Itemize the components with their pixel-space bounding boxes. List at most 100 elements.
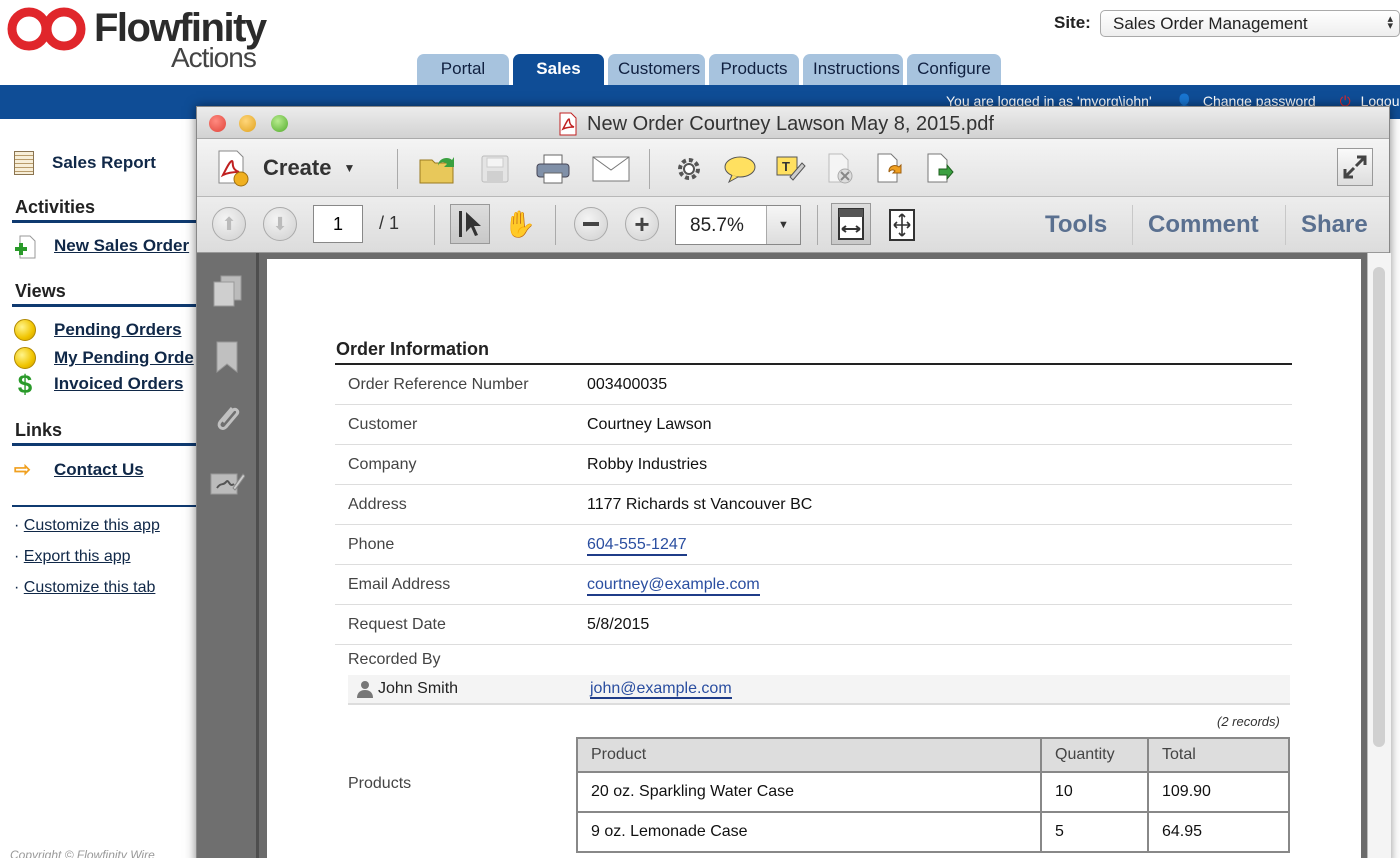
flowfinity-logo[interactable]: Flowfinity Actions xyxy=(6,4,267,74)
product-cell: 9 oz. Lemonade Case xyxy=(576,811,1042,853)
sidebar-item-invoiced-orders[interactable]: $ Invoiced Orders xyxy=(14,371,184,397)
tab-products[interactable]: Products xyxy=(709,54,799,86)
document-export-icon xyxy=(877,153,902,183)
field-label: Order Reference Number xyxy=(348,376,529,393)
speech-bubble-icon xyxy=(724,156,756,184)
printer-icon xyxy=(536,154,570,184)
field-row: Email Address courtney@example.com xyxy=(335,565,1292,605)
fullscreen-button[interactable] xyxy=(1337,148,1373,186)
sidebar-item-contact-us[interactable]: ⇨ Contact Us xyxy=(14,459,144,481)
export-button[interactable] xyxy=(873,151,907,187)
page-thumbnails-button[interactable] xyxy=(209,271,245,311)
email-link[interactable]: courtney@example.com xyxy=(587,576,760,596)
customize-tab-link[interactable]: Customize this tab xyxy=(24,579,156,596)
my-pending-orders-link[interactable]: My Pending Orde xyxy=(54,348,194,368)
window-titlebar[interactable]: New Order Courtney Lawson May 8, 2015.pd… xyxy=(197,107,1389,139)
minimize-window-button[interactable] xyxy=(239,115,256,132)
hand-tool-button[interactable]: ✋ xyxy=(500,204,540,244)
paperclip-icon xyxy=(217,407,240,430)
tab-instructions[interactable]: Instructions xyxy=(803,54,903,86)
zoom-in-button[interactable]: + xyxy=(625,207,659,241)
sidebar-item-sales-report[interactable]: Sales Report xyxy=(14,151,156,175)
zoom-window-button[interactable] xyxy=(271,115,288,132)
export-app-link[interactable]: Export this app xyxy=(24,548,131,565)
comment-pane-button[interactable]: Comment xyxy=(1148,211,1259,239)
print-button[interactable] xyxy=(533,149,573,189)
field-row: Customer Courtney Lawson xyxy=(335,405,1292,445)
tab-sales[interactable]: Sales xyxy=(513,54,604,86)
tools-pane-button[interactable]: Tools xyxy=(1045,211,1107,239)
sales-report-label: Sales Report xyxy=(52,153,156,172)
field-value: Courtney Lawson xyxy=(587,416,712,433)
field-row: Company Robby Industries xyxy=(335,445,1292,485)
sidebar-item-pending-orders[interactable]: Pending Orders xyxy=(14,319,182,341)
email-button[interactable] xyxy=(591,149,631,189)
arrow-right-icon: ⇨ xyxy=(14,459,31,481)
document-cancel-icon xyxy=(828,153,853,184)
field-row: Order Reference Number 003400035 xyxy=(335,365,1292,405)
attachments-button[interactable] xyxy=(209,399,245,439)
field-label: Request Date xyxy=(348,616,446,633)
vertical-scrollbar[interactable] xyxy=(1367,253,1391,858)
comment-button[interactable] xyxy=(721,151,759,187)
open-button[interactable] xyxy=(417,149,457,189)
share-pane-button[interactable]: Share xyxy=(1301,211,1368,239)
column-header-quantity: Quantity xyxy=(1040,737,1149,773)
recorded-by-row: John Smith john@example.com xyxy=(348,675,1290,705)
products-label: Products xyxy=(348,775,412,792)
close-window-button[interactable] xyxy=(209,115,226,132)
scrollbar-thumb[interactable] xyxy=(1373,267,1385,747)
sidebar-item-new-sales-order[interactable]: New Sales Order xyxy=(14,235,189,259)
contact-us-link[interactable]: Contact Us xyxy=(54,460,144,480)
report-icon xyxy=(14,151,34,175)
svg-text:T: T xyxy=(782,159,790,174)
bookmarks-button[interactable] xyxy=(211,337,243,377)
site-select[interactable]: Sales Order Management ▴ ▾ xyxy=(1100,10,1400,37)
pdf-toolbar-primary: Create ▼ T xyxy=(197,139,1389,197)
expand-icon xyxy=(1343,155,1367,179)
save-button[interactable] xyxy=(477,149,513,189)
zoom-select[interactable]: 85.7% ▼ xyxy=(675,205,801,245)
app-root: Flowfinity Actions Site: Sales Order Man… xyxy=(0,0,1400,858)
fit-page-button[interactable] xyxy=(883,205,921,245)
copyright: Copyright © Flowfinity Wire xyxy=(10,848,155,858)
settings-button[interactable] xyxy=(671,151,707,187)
next-page-button[interactable]: ⬇ xyxy=(263,207,297,241)
products-table: Product Quantity Total 20 oz. Sparkling … xyxy=(576,737,1290,853)
delete-page-button[interactable] xyxy=(823,151,857,187)
fit-page-icon xyxy=(889,209,915,241)
signatures-button[interactable] xyxy=(207,465,247,501)
create-button[interactable]: Create ▼ xyxy=(215,147,355,189)
customize-app-link[interactable]: Customize this app xyxy=(24,517,160,534)
page-number-input[interactable] xyxy=(313,205,363,243)
phone-link[interactable]: 604-555-1247 xyxy=(587,536,687,556)
field-row: Request Date 5/8/2015 xyxy=(335,605,1292,645)
pending-orders-link[interactable]: Pending Orders xyxy=(54,320,182,340)
tab-portal[interactable]: Portal xyxy=(417,54,509,86)
select-tool-button[interactable] xyxy=(450,204,490,244)
quantity-cell: 10 xyxy=(1040,771,1149,813)
send-button[interactable] xyxy=(923,151,957,187)
logo-subtitle: Actions xyxy=(171,42,257,73)
previous-page-button[interactable]: ⬆ xyxy=(212,207,246,241)
table-header-row: Product Quantity Total xyxy=(576,737,1290,773)
text-edit-icon: T xyxy=(776,156,806,181)
hand-icon: ✋ xyxy=(503,208,537,239)
tab-configure[interactable]: Configure xyxy=(907,54,1001,86)
new-sales-order-link[interactable]: New Sales Order xyxy=(54,236,189,256)
tab-customers[interactable]: Customers xyxy=(608,54,705,86)
zoom-out-button[interactable] xyxy=(574,207,608,241)
sidebar-item-my-pending-orders[interactable]: My Pending Orde xyxy=(14,347,194,369)
highlight-text-button[interactable]: T xyxy=(773,151,809,187)
recorded-by-email-link[interactable]: john@example.com xyxy=(590,680,732,699)
field-value: Robby Industries xyxy=(587,456,708,473)
toolbar-separator xyxy=(555,205,556,245)
fit-width-button[interactable] xyxy=(831,203,871,245)
field-value: 5/8/2015 xyxy=(587,616,650,633)
site-label: Site: xyxy=(1054,13,1091,32)
total-cell: 64.95 xyxy=(1147,811,1290,853)
invoiced-orders-link[interactable]: Invoiced Orders xyxy=(54,374,183,394)
recorded-by-section: Recorded By John Smith john@example.com xyxy=(335,649,1292,709)
sidebar-divider xyxy=(12,505,200,507)
bookmark-icon xyxy=(216,341,238,374)
